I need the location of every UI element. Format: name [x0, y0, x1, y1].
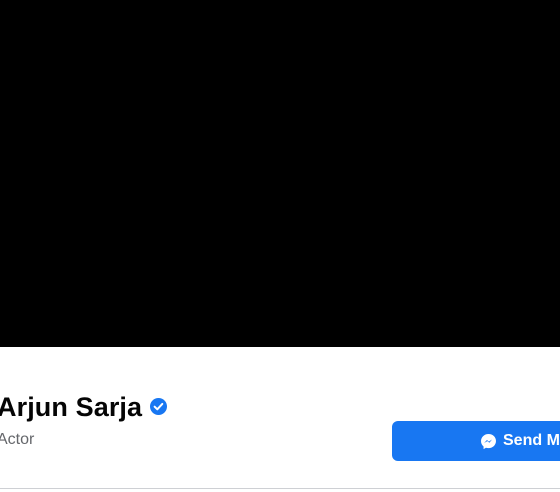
verified-badge-icon	[150, 398, 168, 415]
profile-page: Arjun Sarja Actor Send M	[0, 0, 560, 492]
send-message-button[interactable]: Send M	[392, 421, 560, 461]
send-message-label: Send M	[503, 432, 560, 449]
profile-name: Arjun Sarja	[0, 392, 143, 422]
profile-name-row: Arjun Sarja	[0, 392, 168, 423]
profile-header: Arjun Sarja Actor Send M	[0, 347, 560, 492]
profile-category: Actor	[0, 431, 35, 448]
cover-photo[interactable]	[0, 0, 560, 347]
messenger-icon	[480, 433, 497, 450]
header-divider	[0, 488, 560, 489]
